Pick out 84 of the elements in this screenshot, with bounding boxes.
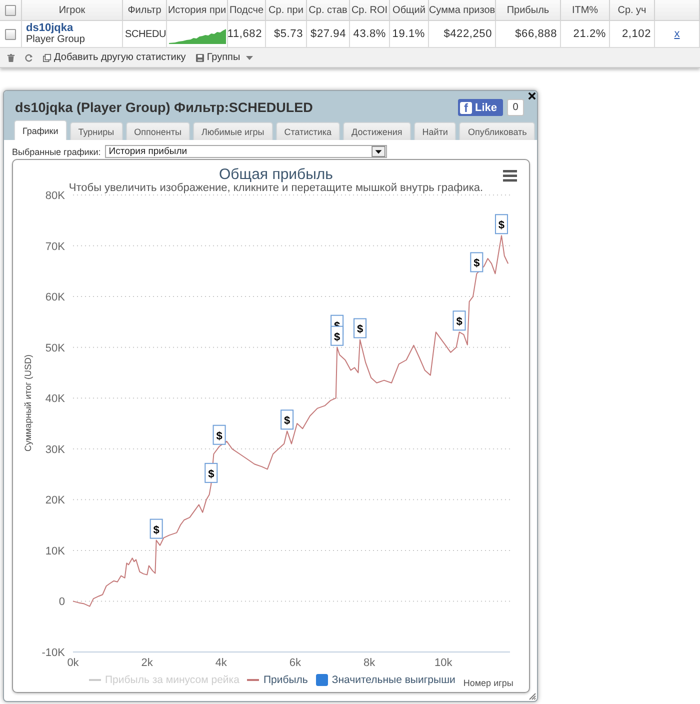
column-header[interactable]: Игрок [22, 0, 123, 21]
column-header[interactable]: Ср. при [266, 0, 307, 21]
chart-subtitle: Чтобы увеличить изображение, кликните и перетащите мышкой внутрь графика. [68, 182, 484, 194]
tab[interactable]: Турниры [70, 122, 123, 140]
column-header[interactable]: Подсче [228, 0, 266, 21]
annotation: $ [498, 220, 505, 232]
flag-marker: $ [470, 252, 484, 272]
flag-marker: $ [330, 326, 344, 346]
axis-label: 40K [45, 393, 65, 406]
axis-label: 20K [45, 494, 65, 507]
annotation: $ [208, 468, 214, 480]
column-header[interactable]: Ср. уч [610, 0, 655, 21]
caret-icon [370, 146, 386, 157]
stacked-squares-icon [43, 54, 51, 62]
annotation: $ [153, 524, 160, 536]
player-link[interactable]: ds10jqka [26, 22, 74, 34]
legend-label[interactable]: Значительные выигрыши [332, 674, 456, 686]
annotation: $ [284, 415, 290, 428]
refresh-icon[interactable] [25, 54, 33, 62]
annotation: $ [356, 324, 364, 336]
flag-marker: $ [280, 410, 294, 430]
legend-line-icon[interactable] [247, 679, 260, 681]
axis-label: 2k [141, 657, 153, 668]
column-header[interactable]: Ср. став [307, 0, 350, 21]
tab[interactable]: Статистика [276, 122, 340, 140]
resize-grip-icon[interactable] [529, 693, 536, 700]
flag-marker: $ [150, 518, 163, 539]
column-header[interactable]: Фильтр [123, 0, 167, 21]
field-label: Выбранные графики: [12, 146, 101, 156]
axis-title: Номер игры [463, 678, 514, 688]
flag-marker: $ [494, 214, 508, 234]
trash-icon[interactable] [7, 54, 15, 62]
like-count: 0 [507, 99, 524, 116]
flag-marker: $ [212, 424, 226, 445]
annotation: $ [216, 430, 222, 442]
flag-marker: $ [452, 310, 466, 331]
axis-label: 50K [45, 342, 65, 354]
tab[interactable]: Опубликовать [459, 122, 536, 140]
axis-label: 0k [67, 657, 79, 668]
column-header[interactable]: Ср. ROI [350, 0, 390, 21]
axis-label: 60K [45, 292, 65, 304]
sparkline-chart [169, 29, 226, 44]
axis-label: 6k [289, 657, 302, 668]
axis-title: Суммарный итог (USD) [23, 354, 33, 452]
remove-link[interactable]: x [674, 28, 680, 40]
column-header[interactable]: Прибыль [496, 0, 561, 21]
annotation: $ [474, 258, 480, 270]
tab[interactable]: Оппоненты [126, 122, 190, 140]
axis-label: 4k [215, 657, 227, 668]
axis-label: 10k [434, 657, 452, 668]
checkbox[interactable] [5, 4, 16, 16]
column-header[interactable]: Общий [390, 0, 429, 21]
legend-square-icon[interactable] [316, 674, 328, 686]
menu-icon[interactable] [503, 170, 517, 182]
axis-label: -10K [42, 647, 65, 659]
tab[interactable]: Любимые игры [192, 122, 273, 140]
groups-button[interactable]: Группы [196, 52, 254, 63]
caret-icon [246, 56, 254, 60]
tab[interactable]: Графики [14, 120, 67, 140]
axis-label: 70K [45, 240, 65, 253]
column-header[interactable]: ITM% [561, 0, 610, 21]
axis-label: 80K [45, 190, 65, 202]
close-icon[interactable] [528, 92, 536, 100]
annotation: $ [456, 316, 462, 328]
like-button[interactable]: f Like [458, 99, 503, 116]
group-label: Player Group [26, 34, 85, 46]
dialog-title: ds10jqka (Player Group) Фильтр:SCHEDULED [14, 100, 314, 115]
logo-letter: f [460, 102, 472, 114]
legend-label[interactable]: Прибыль [263, 674, 308, 686]
axis-label: 30K [45, 444, 65, 456]
axis-label: 10K [45, 545, 65, 558]
checkbox[interactable] [5, 28, 16, 40]
chart-select[interactable]: История прибыли [104, 145, 387, 158]
column-header[interactable]: История при [167, 0, 228, 21]
tab[interactable]: Найти [414, 122, 456, 140]
add-statistic-button[interactable]: Добавить другую статистику [43, 52, 186, 63]
floppy-icon [196, 54, 204, 62]
chart-title: Общая прибыль [218, 166, 334, 183]
axis-label: 8k [363, 657, 376, 668]
tab[interactable]: Достижения [343, 122, 411, 140]
axis-label: 0 [58, 596, 65, 608]
column-header[interactable]: Сумма призов [429, 0, 496, 21]
flag-marker: $ [204, 462, 218, 483]
flag-marker: $ [354, 318, 367, 338]
